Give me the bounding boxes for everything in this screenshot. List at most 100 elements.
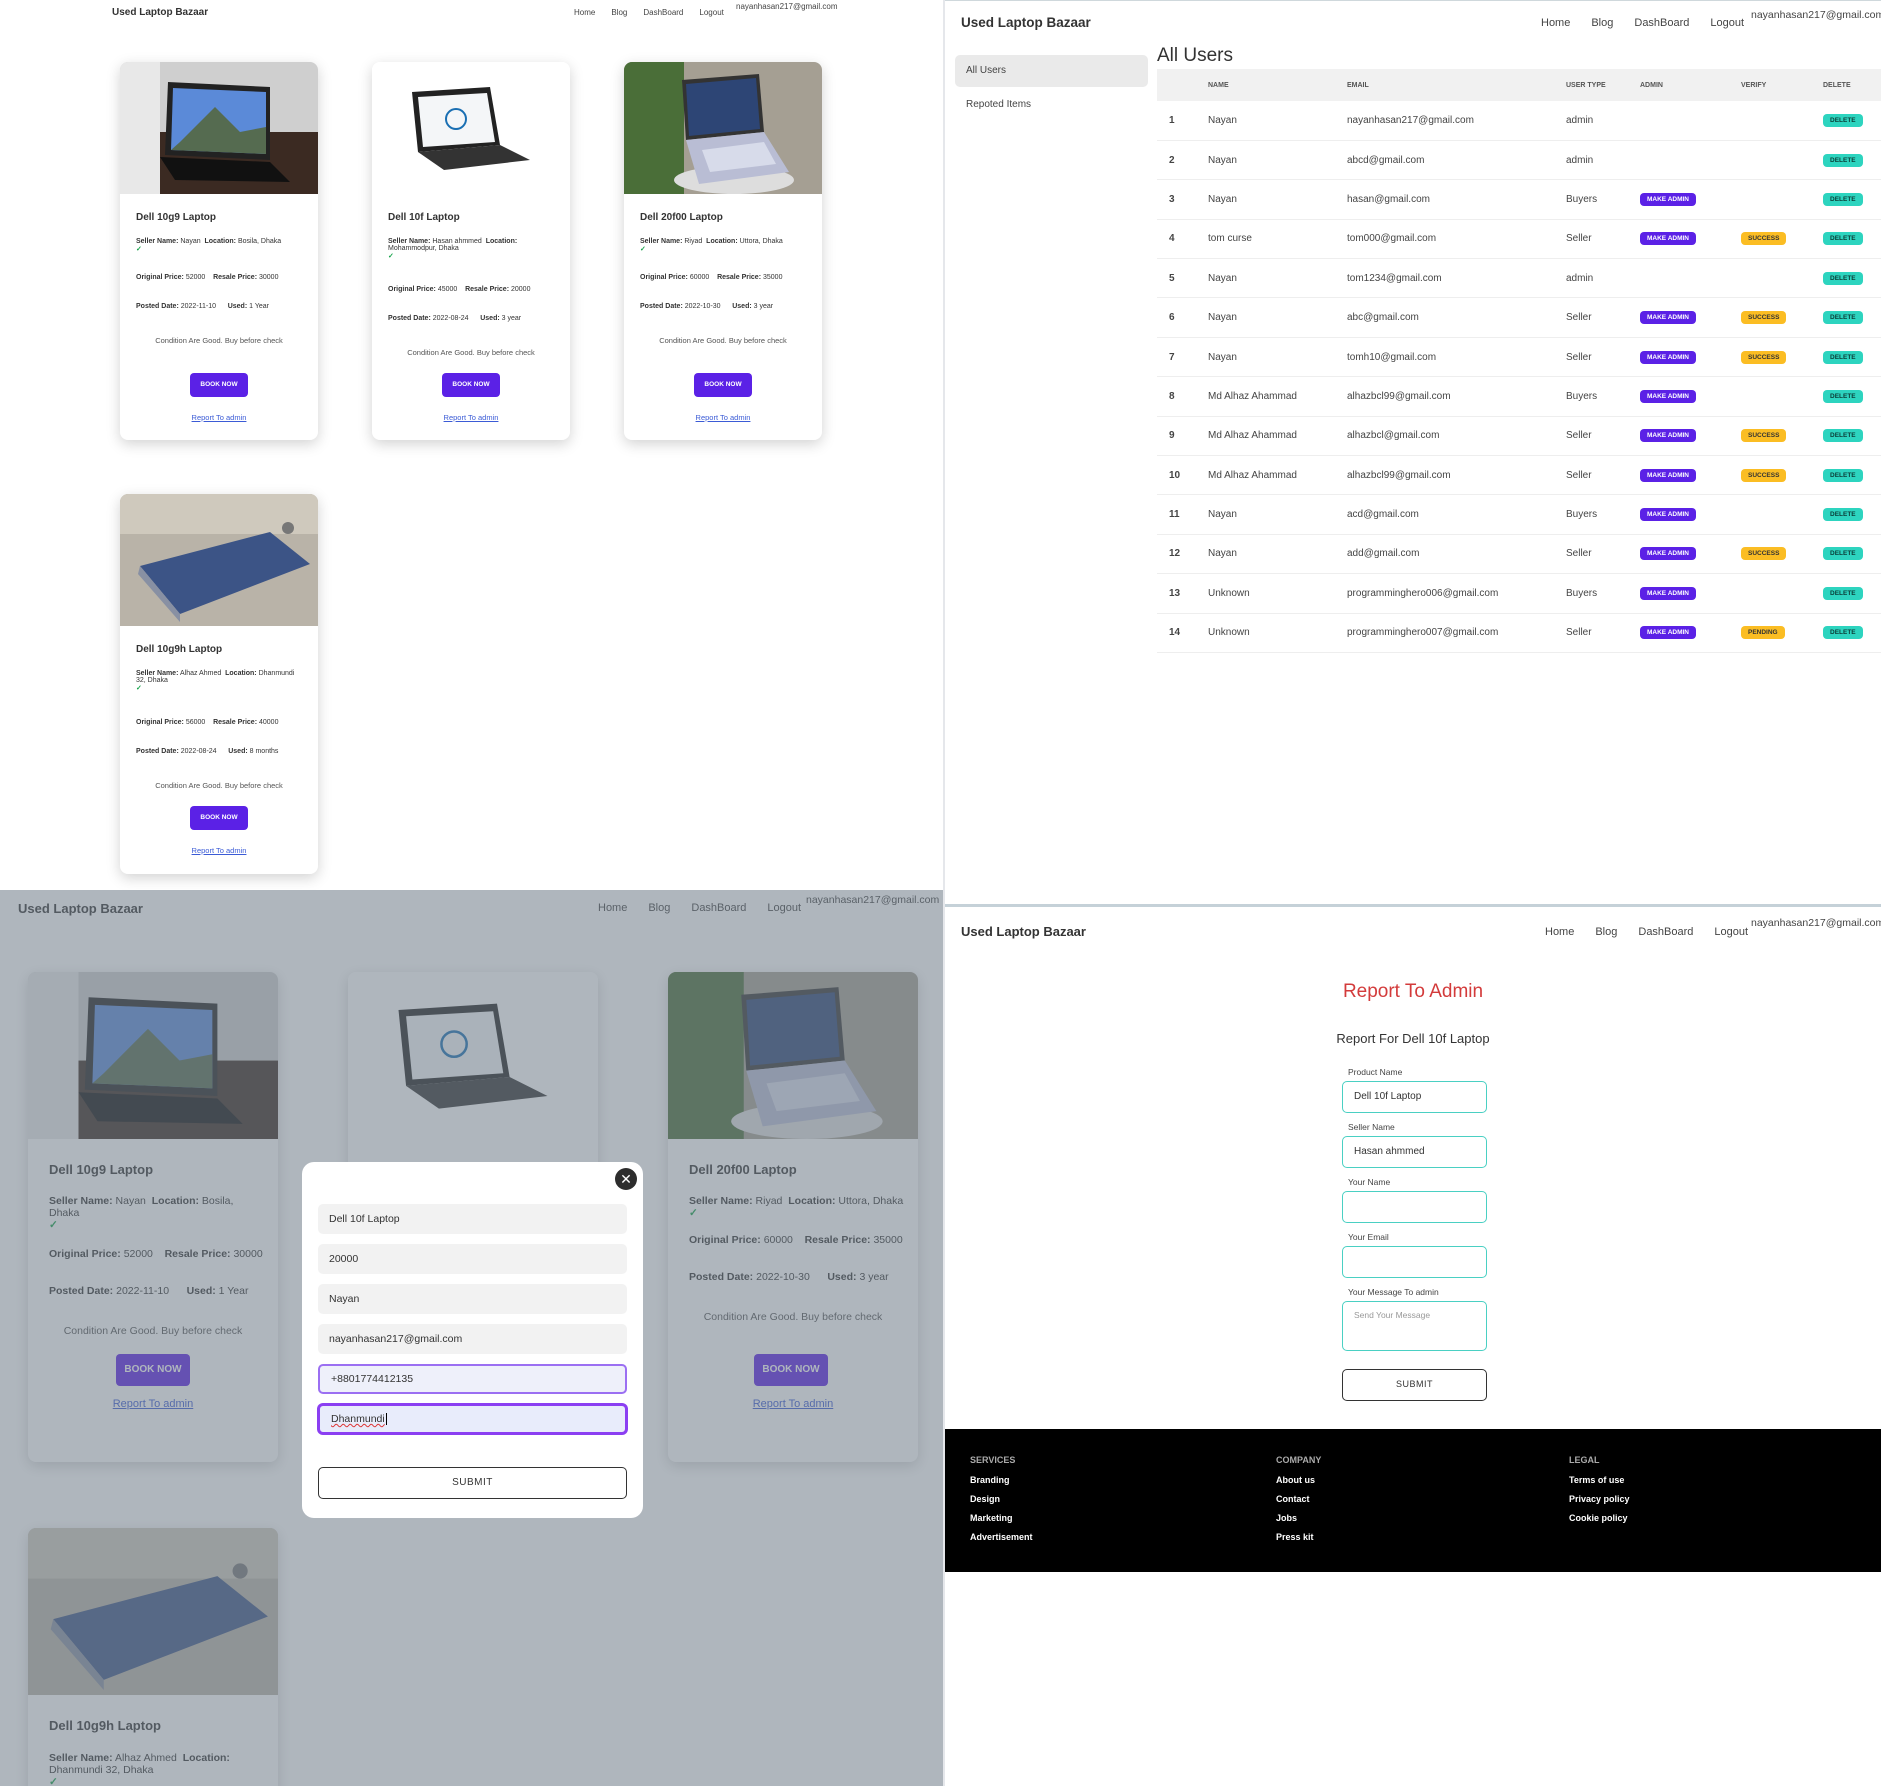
nav-home[interactable]: Home [574,8,595,17]
delete-button[interactable]: DELETE [1823,468,1863,482]
footer-link[interactable]: Marketing [970,1513,1033,1523]
column-header: ADMIN [1640,69,1741,101]
make-admin-button[interactable]: MAKE ADMIN [1640,626,1697,640]
close-icon[interactable]: ✕ [615,1168,637,1190]
book-now-button[interactable]: BOOK NOW [694,373,752,397]
nav-dashboard[interactable]: DashBoard [643,8,683,17]
delete-button[interactable]: DELETE [1823,547,1863,561]
nav-home[interactable]: Home [1545,926,1574,938]
nav-blog[interactable]: Blog [1595,926,1617,938]
footer-link[interactable]: Jobs [1276,1513,1321,1523]
brand-logo[interactable]: Used Laptop Bazaar [961,924,1086,939]
delete-cell: DELETE [1823,297,1881,338]
seller-name-input[interactable]: Hasan ahmmed [1342,1136,1487,1168]
brand-logo[interactable]: Used Laptop Bazaar [961,15,1091,30]
modal-submit-button[interactable]: SUBMIT [318,1467,627,1499]
book-now-button[interactable]: BOOK NOW [190,373,248,397]
modal-name-field[interactable]: Nayan [318,1284,627,1314]
footer-link[interactable]: Contact [1276,1494,1321,1504]
verify-status-badge[interactable]: SUCCESS [1741,468,1787,482]
footer-link[interactable]: Advertisement [970,1532,1033,1542]
make-admin-button[interactable]: MAKE ADMIN [1640,389,1697,403]
modal-product-field[interactable]: Dell 10f Laptop [318,1204,627,1234]
nav-blog[interactable]: Blog [611,8,627,17]
footer-link[interactable]: Design [970,1494,1033,1504]
admin-cell: MAKE ADMIN [1640,297,1741,338]
make-admin-button[interactable]: MAKE ADMIN [1640,232,1697,246]
date-info: Posted Date: 2022-11-10 Used: 1 Year [136,303,269,310]
row-number: 9 [1157,416,1208,457]
delete-cell: DELETE [1823,534,1881,575]
footer-link[interactable]: Press kit [1276,1532,1321,1542]
nav-logout[interactable]: Logout [699,8,723,17]
report-link[interactable]: Report To admin [120,413,318,422]
delete-button[interactable]: DELETE [1823,192,1863,206]
make-admin-button[interactable]: MAKE ADMIN [1640,547,1697,561]
delete-button[interactable]: DELETE [1823,626,1863,640]
make-admin-button[interactable]: MAKE ADMIN [1640,192,1697,206]
report-link[interactable]: Report To admin [120,846,318,855]
delete-button[interactable]: DELETE [1823,429,1863,443]
nav-dashboard[interactable]: DashBoard [1638,926,1693,938]
footer-link[interactable]: Privacy policy [1569,1494,1630,1504]
modal-location-input[interactable]: Dhanmundi [318,1404,627,1434]
report-link[interactable]: Report To admin [624,413,822,422]
footer-link[interactable]: Cookie policy [1569,1513,1630,1523]
your-name-input[interactable] [1342,1191,1487,1223]
verify-status-badge[interactable]: SUCCESS [1741,311,1787,325]
delete-cell: DELETE [1823,455,1881,496]
product-name-input[interactable]: Dell 10f Laptop [1342,1081,1487,1113]
footer-link[interactable]: Branding [970,1475,1033,1485]
delete-button[interactable]: DELETE [1823,271,1863,285]
nav-blog[interactable]: Blog [1591,17,1613,29]
delete-button[interactable]: DELETE [1823,232,1863,246]
delete-button[interactable]: DELETE [1823,508,1863,522]
message-textarea[interactable]: Send Your Message [1342,1301,1487,1351]
modal-price-field[interactable]: 20000 [318,1244,627,1274]
table-row: 4 tom curse tom000@gmail.com Seller MAKE ADM… [1157,219,1881,260]
make-admin-button[interactable]: MAKE ADMIN [1640,468,1697,482]
sidebar-item-reported-items[interactable]: Repoted Items [955,89,1148,121]
delete-button[interactable]: DELETE [1823,350,1863,364]
modal-phone-input[interactable]: +8801774412135 [318,1364,627,1394]
delete-button[interactable]: DELETE [1823,153,1863,167]
delete-button[interactable]: DELETE [1823,311,1863,325]
make-admin-button[interactable]: MAKE ADMIN [1640,508,1697,522]
your-email-input[interactable] [1342,1246,1487,1278]
user-type: Seller [1566,534,1640,575]
verify-cell: SUCCESS [1741,297,1823,338]
admin-cell [1640,140,1741,181]
seller-info: Seller Name: Nayan Location: Bosila, Dha… [136,238,282,253]
verify-status-badge[interactable]: SUCCESS [1741,350,1787,364]
verify-status-badge[interactable]: SUCCESS [1741,429,1787,443]
report-link[interactable]: Report To admin [372,413,570,422]
brand-logo[interactable]: Used Laptop Bazaar [112,7,208,18]
report-submit-button[interactable]: SUBMIT [1342,1369,1487,1401]
verify-cell: SUCCESS [1741,416,1823,457]
nav-logout[interactable]: Logout [1710,17,1744,29]
footer-heading: COMPANY [1276,1455,1322,1465]
delete-button[interactable]: DELETE [1823,586,1863,600]
make-admin-button[interactable]: MAKE ADMIN [1640,350,1697,364]
verify-status-badge[interactable]: SUCCESS [1741,232,1787,246]
verify-status-badge[interactable]: PENDING [1741,626,1785,640]
nav-logout[interactable]: Logout [1714,926,1748,938]
sidebar-item-all-users[interactable]: All Users [955,55,1148,87]
laptop-image [372,62,570,194]
modal-email-field[interactable]: nayanhasan217@gmail.com [318,1324,627,1354]
book-now-button[interactable]: BOOK NOW [442,373,500,397]
make-admin-button[interactable]: MAKE ADMIN [1640,311,1697,325]
delete-button[interactable]: DELETE [1823,113,1863,127]
table-row: 14 Unknown programminghero007@gmail.com Sel… [1157,613,1881,653]
verify-status-badge[interactable]: SUCCESS [1741,547,1787,561]
make-admin-button[interactable]: MAKE ADMIN [1640,586,1697,600]
user-type: Buyers [1566,376,1640,417]
book-now-button[interactable]: BOOK NOW [190,806,248,830]
footer-link[interactable]: Terms of use [1569,1475,1630,1485]
delete-button[interactable]: DELETE [1823,389,1863,403]
make-admin-button[interactable]: MAKE ADMIN [1640,429,1697,443]
nav-dashboard[interactable]: DashBoard [1634,17,1689,29]
footer-link[interactable]: About us [1276,1475,1321,1485]
row-number: 6 [1157,297,1208,338]
nav-home[interactable]: Home [1541,17,1570,29]
